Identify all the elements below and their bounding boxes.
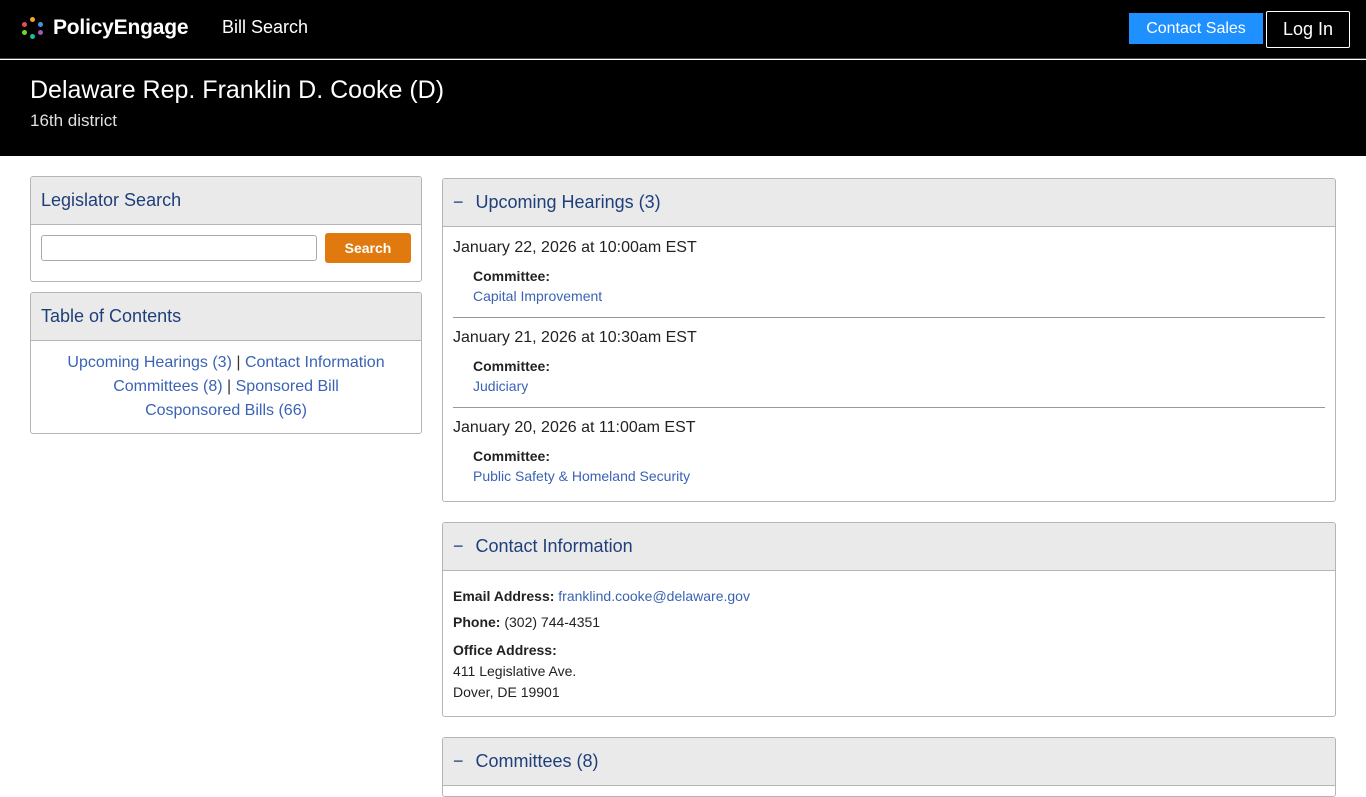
brand-logo[interactable]: PolicyEngage xyxy=(22,14,189,42)
office-address: Office Address: 411 Legislative Ave. Dov… xyxy=(453,640,576,703)
upcoming-hearings-panel: − Upcoming Hearings (3) January 22, 2026… xyxy=(442,178,1336,502)
toc-link-sponsored[interactable]: Sponsored Bill xyxy=(236,378,339,395)
toc-link-cosponsored[interactable]: Cosponsored Bills (66) xyxy=(145,402,307,419)
legislator-search-panel: Legislator Search Search xyxy=(30,176,422,282)
toc-link-committees[interactable]: Committees (8) xyxy=(113,378,222,395)
page-title: Delaware Rep. Franklin D. Cooke (D) xyxy=(30,76,445,104)
top-navbar: PolicyEngage Bill Search Contact Sales L… xyxy=(0,0,1366,59)
toc-link-contact[interactable]: Contact Information xyxy=(245,354,385,371)
email-link[interactable]: franklind.cooke@delaware.gov xyxy=(558,588,750,604)
committees-panel: − Committees (8) xyxy=(442,737,1336,797)
hearing-item: January 22, 2026 at 10:00am EST Committe… xyxy=(453,239,1325,304)
hearings-heading[interactable]: − Upcoming Hearings (3) xyxy=(443,179,1335,227)
phone-row: Phone: (302) 744-4351 xyxy=(453,614,600,630)
hearing-date: January 20, 2026 at 11:00am EST xyxy=(453,419,696,436)
contact-heading[interactable]: − Contact Information xyxy=(443,523,1335,571)
contact-title: Contact Information xyxy=(475,536,633,556)
address-line2: Dover, DE 19901 xyxy=(453,684,560,700)
legislator-header: Delaware Rep. Franklin D. Cooke (D) 16th… xyxy=(0,60,1366,156)
address-line1: 411 Legislative Ave. xyxy=(453,663,577,679)
committee-link[interactable]: Judiciary xyxy=(473,378,528,394)
toc-separator: | xyxy=(227,378,232,395)
toc-link-hearings[interactable]: Upcoming Hearings (3) xyxy=(67,354,232,371)
table-of-contents-panel: Table of Contents Upcoming Hearings (3) … xyxy=(30,292,422,434)
nav-bill-search[interactable]: Bill Search xyxy=(222,17,308,38)
collapse-icon[interactable]: − xyxy=(453,536,464,557)
toc-links: Upcoming Hearings (3) | Contact Informat… xyxy=(31,341,421,423)
toc-separator: | xyxy=(236,354,241,371)
committee-label: Committee: xyxy=(473,358,551,374)
logo-dots-icon xyxy=(22,17,44,39)
collapse-icon[interactable]: − xyxy=(453,192,464,213)
contact-sales-button[interactable]: Contact Sales xyxy=(1129,13,1263,44)
divider xyxy=(453,317,1325,318)
committee-link[interactable]: Public Safety & Homeland Security xyxy=(473,468,690,484)
legislator-search-heading: Legislator Search xyxy=(31,177,421,225)
toc-heading: Table of Contents xyxy=(31,293,421,341)
committee-label: Committee: xyxy=(473,448,551,464)
hearing-item: January 20, 2026 at 11:00am EST Committe… xyxy=(453,419,1325,484)
email-label: Email Address: xyxy=(453,588,555,604)
hearings-title: Upcoming Hearings (3) xyxy=(475,192,661,212)
committees-title: Committees (8) xyxy=(475,751,599,771)
collapse-icon[interactable]: − xyxy=(453,751,464,772)
committees-heading[interactable]: − Committees (8) xyxy=(443,738,1335,786)
email-row: Email Address: franklind.cooke@delaware.… xyxy=(453,588,750,604)
divider xyxy=(453,407,1325,408)
login-button[interactable]: Log In xyxy=(1266,11,1350,48)
hearing-item: January 21, 2026 at 10:30am EST Committe… xyxy=(453,329,1325,394)
office-label: Office Address: xyxy=(453,642,557,658)
search-button[interactable]: Search xyxy=(325,233,411,263)
legislator-search-input[interactable] xyxy=(41,235,317,261)
contact-information-panel: − Contact Information Email Address: fra… xyxy=(442,522,1336,717)
brand-name: PolicyEngage xyxy=(53,16,189,39)
phone-label: Phone: xyxy=(453,614,501,630)
district-subtitle: 16th district xyxy=(30,111,117,130)
hearing-date: January 22, 2026 at 10:00am EST xyxy=(453,239,697,256)
committee-label: Committee: xyxy=(473,268,551,284)
hearing-date: January 21, 2026 at 10:30am EST xyxy=(453,329,697,346)
committee-link[interactable]: Capital Improvement xyxy=(473,288,602,304)
phone-value: (302) 744-4351 xyxy=(504,614,601,630)
